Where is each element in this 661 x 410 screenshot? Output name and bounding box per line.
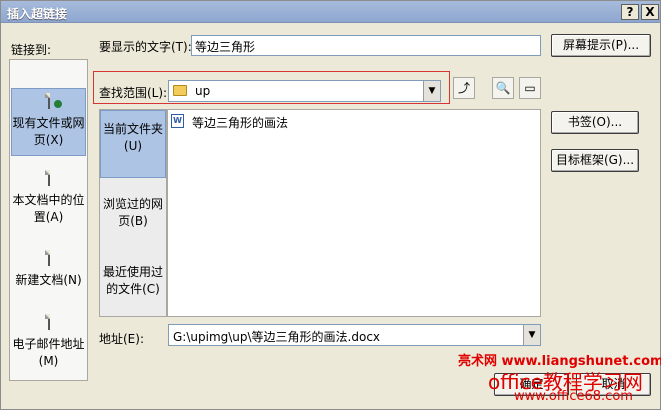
address-value: G:\upimg\up\等边三角形的画法.docx bbox=[173, 330, 381, 344]
bookmark-button[interactable]: 书签(O)... bbox=[551, 111, 639, 134]
link-to-existing-file[interactable]: 现有文件或网页(X) bbox=[11, 88, 86, 156]
close-button[interactable]: X bbox=[641, 4, 659, 20]
look-in-value: up bbox=[195, 84, 211, 98]
existing-file-web-icon bbox=[40, 93, 62, 113]
link-to-new-document[interactable]: 新建文档(N) bbox=[11, 246, 86, 306]
up-folder-icon: ⤴ bbox=[457, 81, 470, 95]
address-dropdown[interactable]: G:\upimg\up\等边三角形的画法.docx ▼ bbox=[168, 324, 541, 346]
file-name: 等边三角形的画法 bbox=[192, 116, 289, 130]
browse-web-button[interactable]: 🔍 bbox=[492, 77, 514, 99]
look-in-label: 查找范围(L): bbox=[99, 86, 168, 100]
file-list: W 等边三角形的画法 bbox=[167, 109, 541, 317]
up-one-folder-button[interactable]: ⤴ bbox=[453, 77, 475, 99]
chevron-down-icon[interactable]: ▼ bbox=[423, 81, 440, 101]
link-to-bar: 现有文件或网页(X) 本文档中的位置(A) 新建文档(N) 电子邮件地址(M) bbox=[9, 59, 88, 381]
dialog-title: 插入超链接 bbox=[7, 7, 68, 21]
new-document-icon bbox=[40, 250, 58, 270]
link-to-new-document-label: 新建文档(N) bbox=[15, 273, 82, 287]
link-to-label: 链接到: bbox=[11, 43, 52, 57]
display-text-field[interactable]: 等边三角形 bbox=[191, 35, 541, 56]
target-frame-button[interactable]: 目标框架(G)... bbox=[551, 149, 639, 172]
look-in-dropdown[interactable]: up ▼ bbox=[168, 80, 441, 102]
open-folder-icon: ▭ bbox=[524, 81, 536, 95]
browse-file-button[interactable]: ▭ bbox=[519, 77, 541, 99]
link-to-place-in-document-label: 本文档中的位置(A) bbox=[12, 193, 85, 224]
link-to-place-in-document[interactable]: 本文档中的位置(A) bbox=[11, 166, 86, 234]
watermark-line-3: www.office68.com bbox=[514, 389, 633, 404]
dialog-content: 链接到: 现有文件或网页(X) 本文档中的位置(A) 新建文档(N) 电子邮件地… bbox=[1, 23, 661, 409]
address-label: 地址(E): bbox=[99, 332, 144, 346]
screentip-button[interactable]: 屏幕提示(P)... bbox=[551, 34, 651, 57]
word-document-icon: W bbox=[171, 114, 184, 128]
link-to-email-address-label: 电子邮件地址(M) bbox=[12, 337, 85, 368]
email-address-icon bbox=[40, 314, 58, 334]
link-to-email-address[interactable]: 电子邮件地址(M) bbox=[11, 310, 86, 378]
display-text-label: 要显示的文字(T): bbox=[99, 40, 192, 54]
folder-icon bbox=[173, 85, 187, 96]
insert-hyperlink-dialog: 插入超链接 ? X 链接到: 现有文件或网页(X) 本文档中的位置(A) 新建文… bbox=[0, 0, 661, 410]
browsed-pages-tab[interactable]: 浏览过的网页(B) bbox=[100, 186, 166, 250]
look-in-places: 当前文件夹(U) 浏览过的网页(B) 最近使用过的文件(C) bbox=[99, 109, 167, 317]
link-to-existing-file-label: 现有文件或网页(X) bbox=[12, 116, 85, 147]
browse-web-icon: 🔍 bbox=[495, 81, 511, 95]
help-button[interactable]: ? bbox=[621, 4, 639, 20]
recent-files-tab[interactable]: 最近使用过的文件(C) bbox=[100, 254, 166, 316]
chevron-down-icon[interactable]: ▼ bbox=[523, 325, 540, 345]
title-bar: 插入超链接 ? X bbox=[1, 1, 660, 23]
place-in-document-icon bbox=[40, 170, 58, 190]
current-folder-tab[interactable]: 当前文件夹(U) bbox=[100, 110, 166, 178]
list-item[interactable]: W 等边三角形的画法 bbox=[171, 113, 371, 130]
